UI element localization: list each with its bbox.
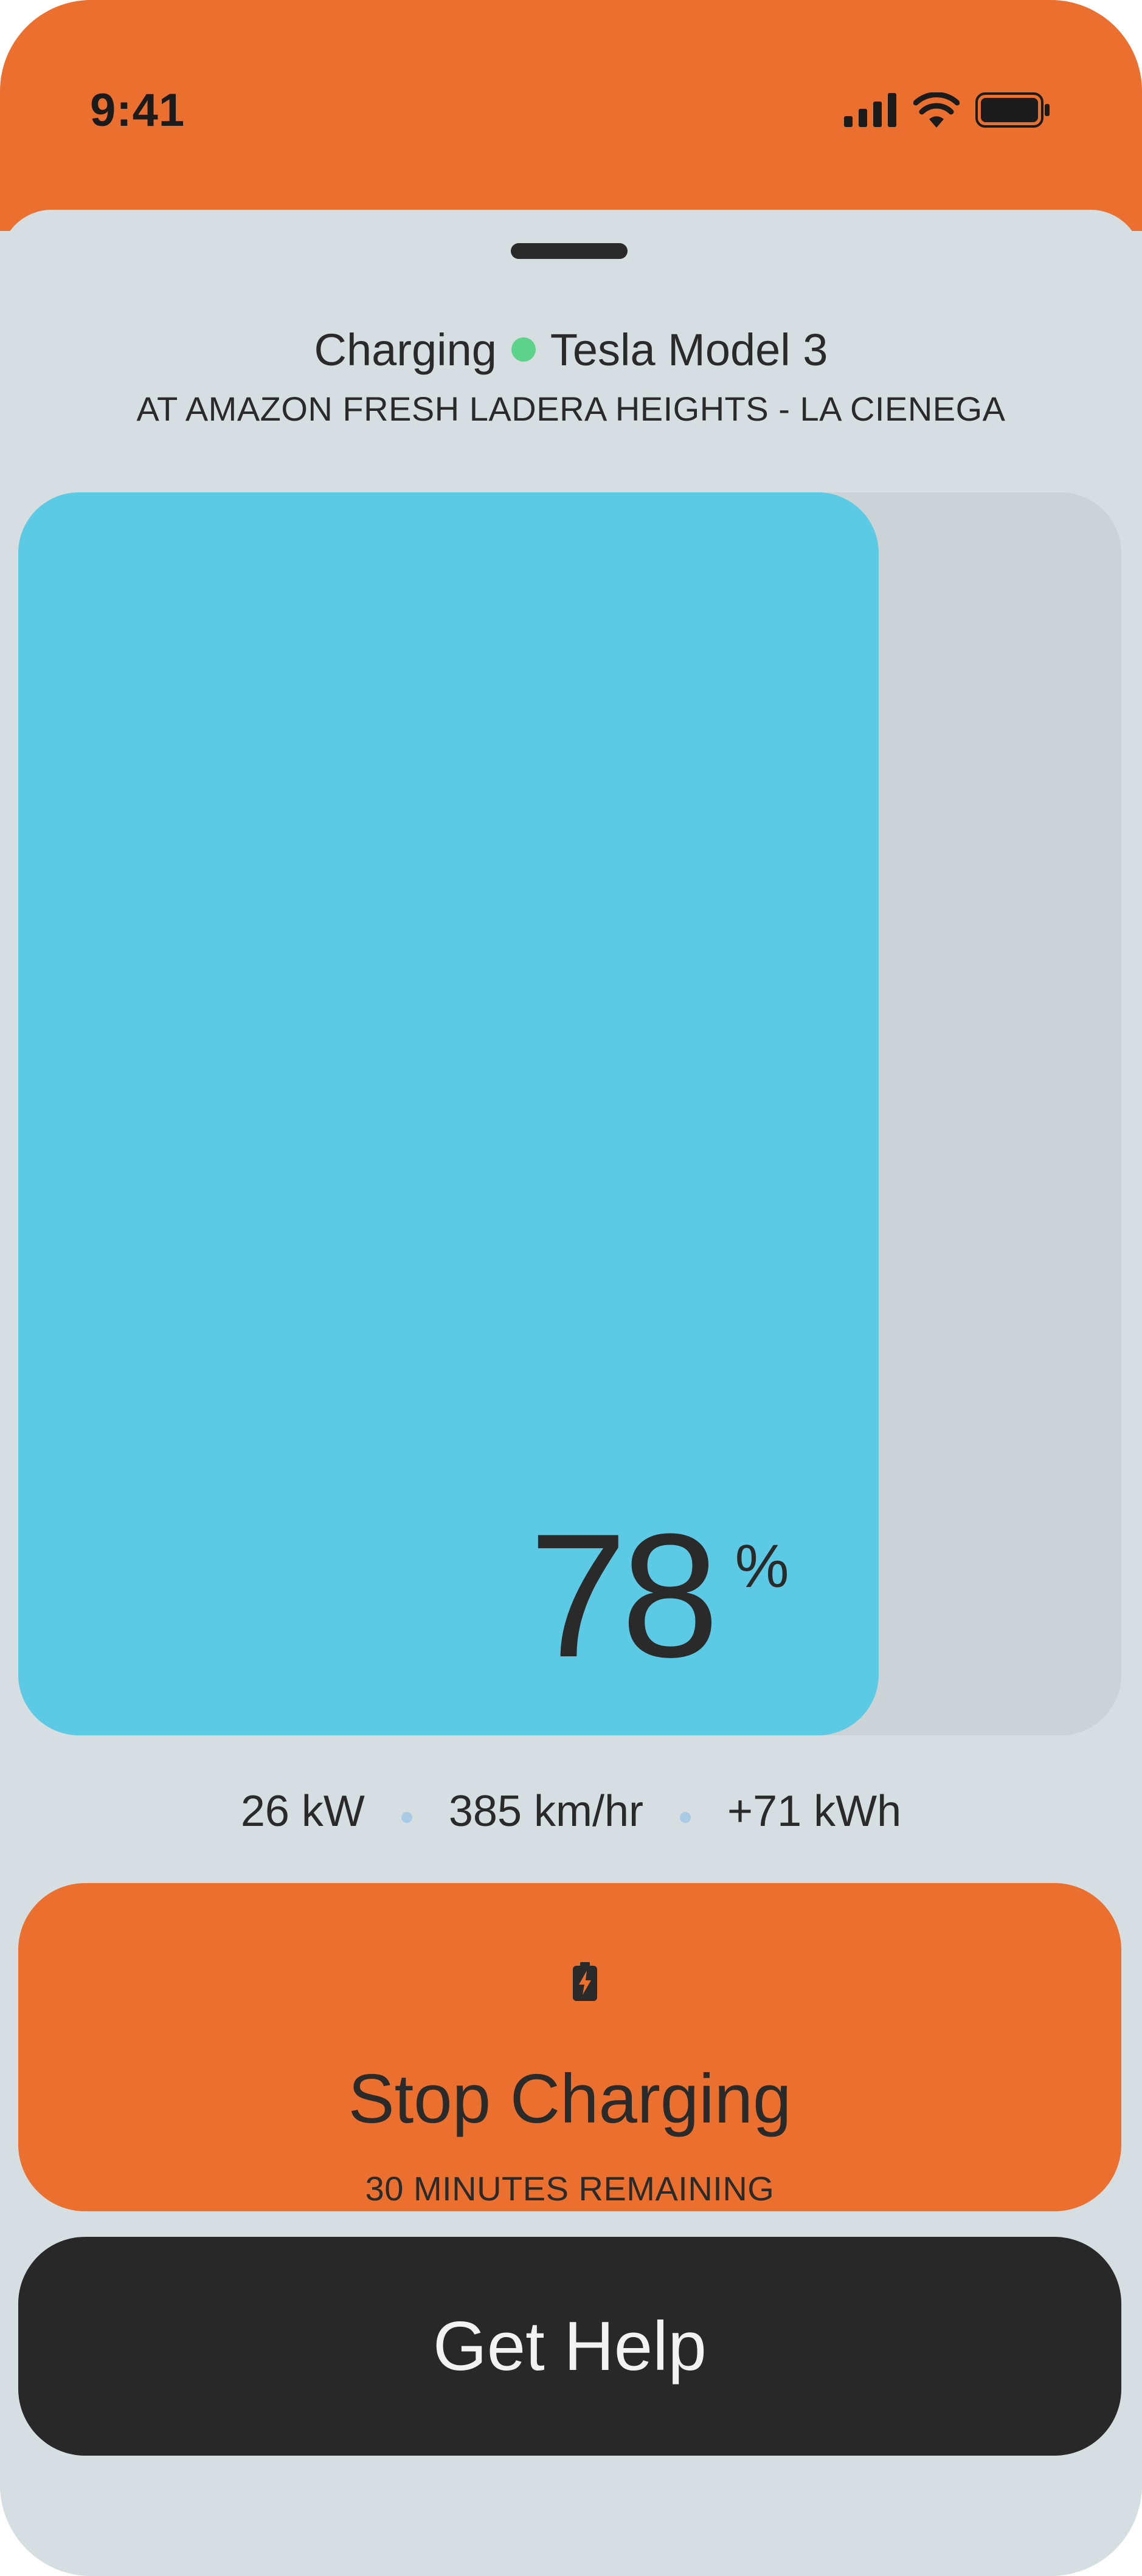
status-icons — [844, 90, 1051, 133]
status-time: 9:41 — [90, 84, 185, 136]
status-bar: 9:41 — [0, 0, 1142, 231]
vehicle-name: Tesla Model 3 — [550, 324, 828, 375]
signal-icon — [844, 92, 898, 130]
energy-stat: +71 kWh — [727, 1787, 902, 1836]
battery-percent-unit: % — [735, 1532, 789, 1600]
stat-separator — [401, 1812, 412, 1823]
get-help-label: Get Help — [433, 2307, 707, 2385]
status-dot — [511, 337, 536, 362]
charger-location: AT AMAZON FRESH LADERA HEIGHTS - LA CIEN… — [136, 390, 1006, 428]
sheet-grabber[interactable] — [511, 243, 628, 259]
stop-charging-button[interactable]: Stop Charging 30 MINUTES REMAINING — [18, 1883, 1121, 2211]
battery-percent-value: 78 — [529, 1497, 719, 1694]
power-stat: 26 kW — [240, 1787, 365, 1836]
stop-charging-label: Stop Charging — [348, 2061, 792, 2138]
battery-icon — [975, 92, 1051, 131]
stat-separator — [680, 1812, 691, 1823]
battery-percentage: 78 % — [529, 1507, 789, 1684]
time-remaining: 30 MINUTES REMAINING — [365, 2169, 775, 2208]
get-help-button[interactable]: Get Help — [18, 2237, 1121, 2456]
charging-title: Charging Tesla Model 3 — [0, 316, 1142, 383]
charging-stats: 26 kW 385 km/hr +71 kWh — [0, 1781, 1142, 1842]
charging-state: Charging — [314, 324, 497, 375]
wifi-icon — [913, 91, 960, 131]
phone-screen: 9:41 Charging Tesla Model 3 AT AMAZON FR… — [0, 0, 1142, 2576]
rate-stat: 385 km/hr — [448, 1787, 644, 1836]
battery-charging-icon — [573, 1962, 597, 2004]
